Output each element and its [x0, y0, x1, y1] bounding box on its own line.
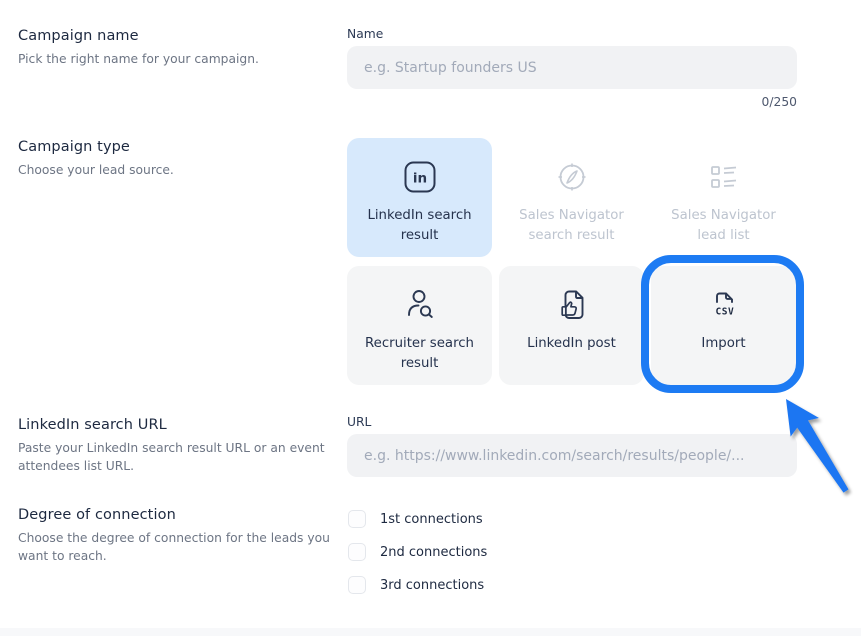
checkbox-row-2nd-connections[interactable]: 2nd connections [348, 543, 487, 561]
svg-text:in: in [412, 171, 426, 187]
char-counter: 0/250 [347, 95, 797, 109]
linkedin-in-icon: in [401, 157, 439, 197]
card-label: Recruiter search result [347, 334, 492, 374]
campaign-name-input[interactable] [347, 46, 797, 89]
checkbox-row-1st-connections[interactable]: 1st connections [348, 510, 487, 528]
section-degree-of-connection: Degree of connection Choose the degree o… [18, 507, 330, 566]
checkbox-3rd-connections[interactable] [348, 576, 366, 594]
checkbox-2nd-connections[interactable] [348, 543, 366, 561]
card-label: Sales Navigator search result [499, 206, 644, 246]
bottom-strip [0, 628, 861, 636]
campaign-form-page: Campaign name Pick the right name for yo… [0, 0, 861, 636]
card-sales-navigator-lead-list[interactable]: Sales Navigator lead list [651, 138, 796, 257]
card-label: LinkedIn search result [347, 206, 492, 246]
section-campaign-type: Campaign type Choose your lead source. [18, 139, 330, 180]
checkbox-label: 1st connections [380, 512, 483, 527]
svg-text:CSV: CSV [715, 307, 734, 318]
card-recruiter-search-result[interactable]: Recruiter search result [347, 266, 492, 385]
csv-import-icon: CSV [705, 285, 743, 325]
checkbox-label: 3rd connections [380, 578, 484, 593]
checkbox-label: 2nd connections [380, 545, 487, 560]
url-field-label: URL [347, 415, 371, 429]
linkedin-url-title: LinkedIn search URL [18, 417, 330, 433]
degree-title: Degree of connection [18, 507, 330, 523]
degree-description: Choose the degree of connection for the … [18, 530, 330, 566]
card-label: Sales Navigator lead list [651, 206, 796, 246]
card-label: Import [693, 334, 753, 354]
section-campaign-name: Campaign name Pick the right name for yo… [18, 28, 330, 69]
linkedin-url-description: Paste your LinkedIn search result URL or… [18, 440, 330, 476]
campaign-name-title: Campaign name [18, 28, 330, 44]
connection-degree-options: 1st connections 2nd connections 3rd conn… [348, 510, 487, 609]
campaign-type-grid: in LinkedIn search result Sales Navigato… [347, 138, 796, 385]
linkedin-url-input[interactable] [347, 434, 797, 477]
compass-icon [554, 157, 590, 197]
card-label: LinkedIn post [519, 334, 624, 354]
card-import[interactable]: CSV Import [651, 266, 796, 385]
card-linkedin-search-result[interactable]: in LinkedIn search result [347, 138, 492, 257]
name-field-label: Name [347, 27, 383, 41]
recruiter-search-icon [401, 285, 439, 325]
campaign-type-title: Campaign type [18, 139, 330, 155]
card-linkedin-post[interactable]: LinkedIn post [499, 266, 644, 385]
linkedin-post-icon [553, 285, 591, 325]
checkbox-row-3rd-connections[interactable]: 3rd connections [348, 576, 487, 594]
section-linkedin-url: LinkedIn search URL Paste your LinkedIn … [18, 417, 330, 476]
campaign-type-description: Choose your lead source. [18, 162, 330, 180]
lead-list-icon [706, 157, 742, 197]
checkbox-1st-connections[interactable] [348, 510, 366, 528]
campaign-name-description: Pick the right name for your campaign. [18, 51, 330, 69]
card-sales-navigator-search-result[interactable]: Sales Navigator search result [499, 138, 644, 257]
